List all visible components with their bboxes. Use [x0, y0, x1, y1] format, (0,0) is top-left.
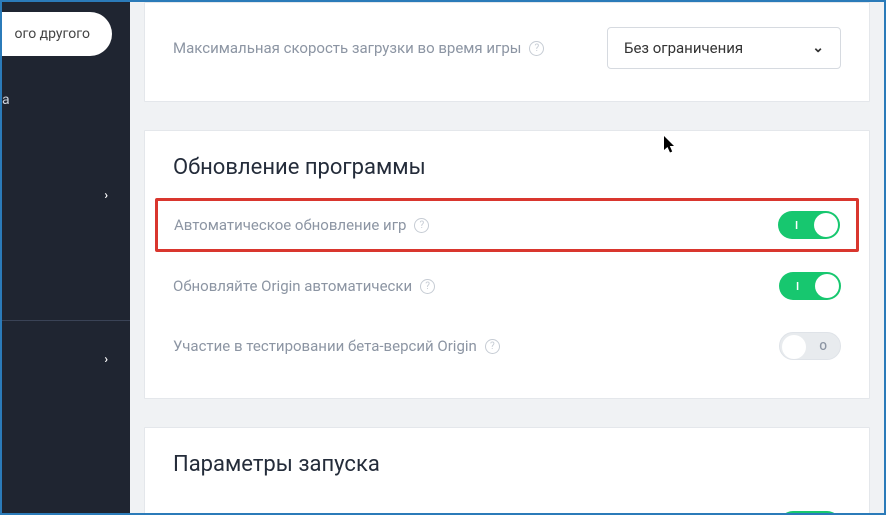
settings-content: Максимальная скорость загрузки во время …	[130, 2, 884, 513]
chevron-down-icon: ⌄	[812, 40, 824, 56]
download-panel: Максимальная скорость загрузки во время …	[144, 2, 870, 102]
chevron-right-icon[interactable]: ›	[104, 352, 108, 366]
chevron-right-icon[interactable]: ›	[104, 188, 108, 202]
toggle-knob	[815, 274, 839, 298]
auto-origin-update-label: Обновляйте Origin автоматически	[173, 277, 412, 295]
sidebar-active-item[interactable]: ого другого	[2, 12, 112, 56]
sidebar-text-fragment: а	[2, 92, 10, 108]
help-icon[interactable]: ?	[414, 218, 429, 233]
toggle-knob	[782, 335, 806, 359]
help-icon[interactable]: ?	[485, 339, 500, 354]
auto-launch-row: Включать Origin автоматически ? I	[173, 495, 841, 513]
auto-game-updates-toggle[interactable]: I	[778, 211, 840, 239]
help-icon[interactable]: ?	[529, 41, 544, 56]
updates-panel: Обновление программы Автоматическое обно…	[144, 130, 870, 399]
launch-panel: Параметры запуска Включать Origin автома…	[144, 427, 870, 513]
download-speed-label: Максимальная скорость загрузки во время …	[173, 39, 521, 57]
auto-origin-update-row: Обновляйте Origin автоматически ? I	[173, 256, 841, 316]
toggle-indicator: I	[796, 280, 799, 293]
auto-launch-toggle[interactable]: I	[779, 511, 841, 513]
beta-participation-row: Участие в тестировании бета-версий Origi…	[173, 316, 841, 376]
sidebar: ого другого а › ›	[2, 2, 130, 513]
toggle-indicator: O	[819, 340, 827, 353]
sidebar-active-label: ого другого	[15, 26, 91, 42]
auto-game-updates-label: Автоматическое обновление игр	[174, 216, 406, 234]
help-icon[interactable]: ?	[420, 279, 435, 294]
toggle-knob	[814, 213, 838, 237]
beta-participation-label: Участие в тестировании бета-версий Origi…	[173, 337, 477, 355]
auto-game-updates-row: Автоматическое обновление игр ? I	[155, 198, 859, 252]
toggle-indicator: I	[795, 219, 798, 232]
sidebar-divider	[2, 320, 130, 321]
launch-title: Параметры запуска	[173, 452, 841, 477]
download-speed-value: Без ограничения	[624, 39, 743, 57]
beta-participation-toggle[interactable]: O	[779, 332, 841, 360]
updates-title: Обновление программы	[173, 155, 841, 180]
auto-origin-update-toggle[interactable]: I	[779, 272, 841, 300]
download-speed-dropdown[interactable]: Без ограничения ⌄	[607, 27, 841, 69]
